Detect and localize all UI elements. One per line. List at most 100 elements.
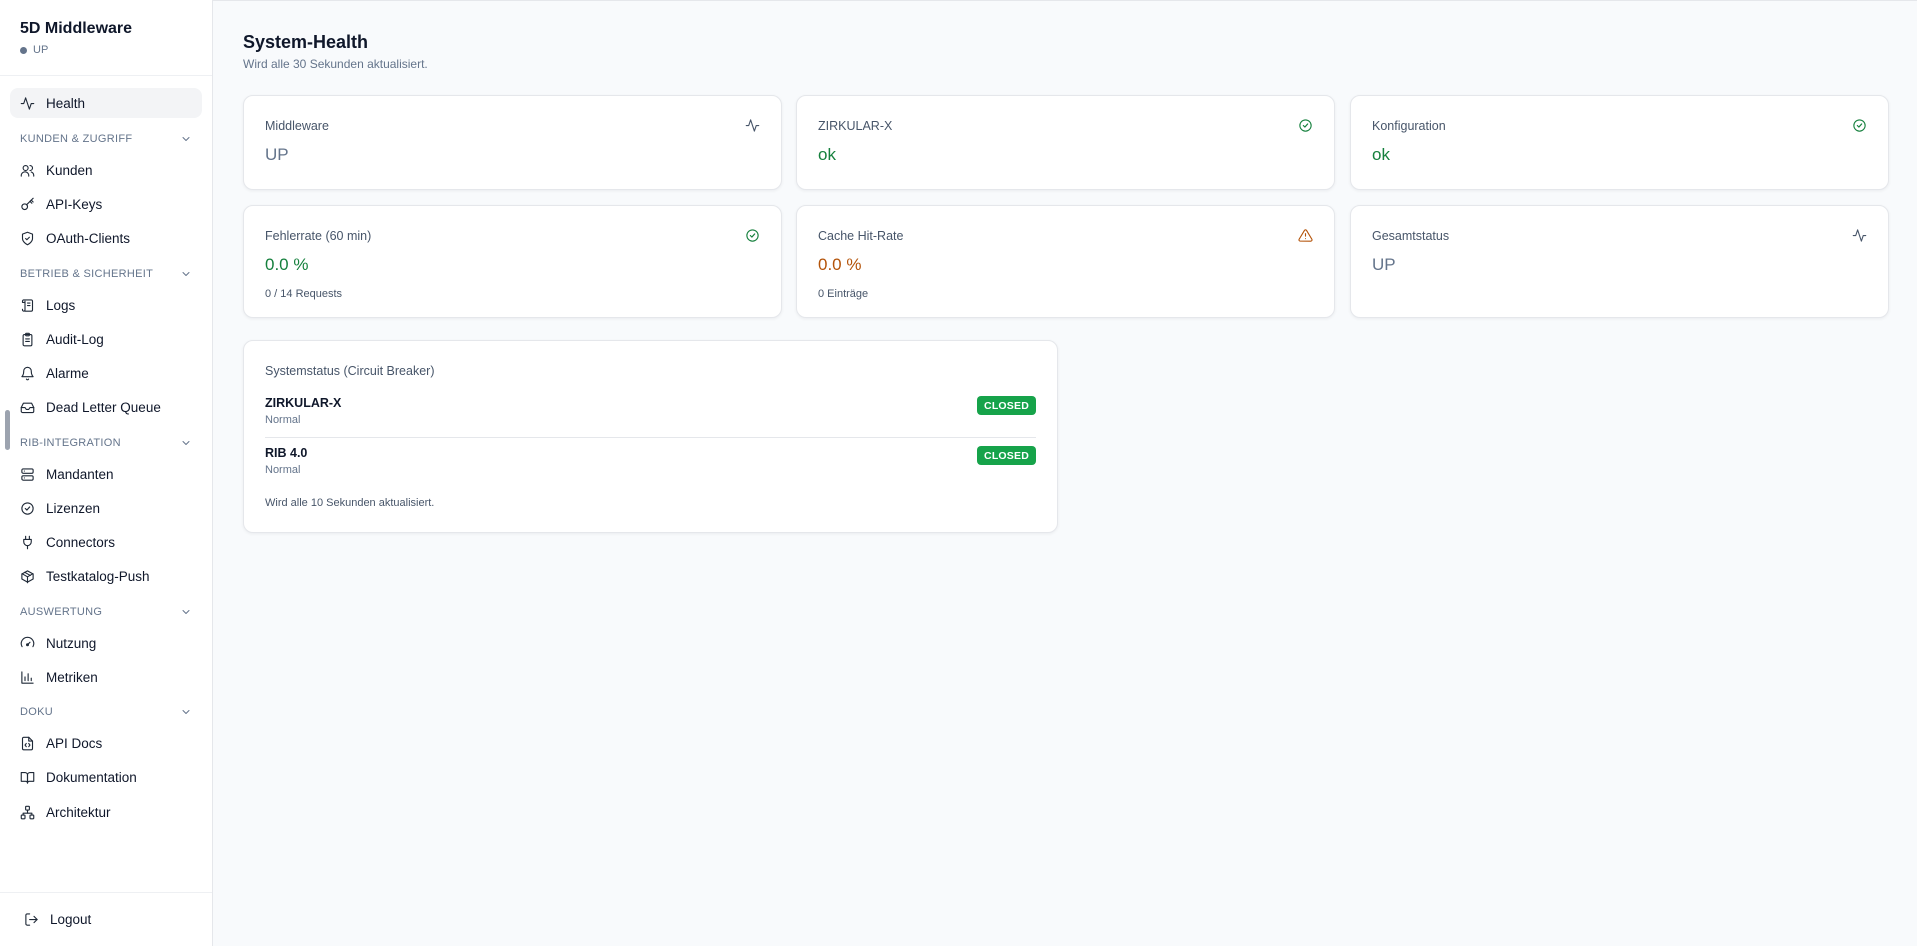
section-label: KUNDEN & ZUGRIFF [20,133,133,145]
app-status: UP [20,44,48,56]
status-dot-icon [20,46,27,54]
card-value: UP [1372,255,1396,274]
sidebar-item-label: OAuth-Clients [46,230,131,246]
sidebar-item-metriken[interactable]: Metriken [10,662,202,692]
section-kunden-zugriff[interactable]: KUNDEN & ZUGRIFF [10,129,202,149]
key-icon [21,197,34,210]
status-badge: CLOSED [977,396,1036,415]
sidebar-item-api-keys[interactable]: API-Keys [10,189,202,219]
circuit-breaker-card: Systemstatus (Circuit Breaker) ZIRKULAR-… [243,340,1058,533]
sidebar-item-logs[interactable]: Logs [10,290,202,320]
card-meta: 0 Einträge [818,288,869,300]
scroll-text-icon [21,298,34,312]
page-title: System-Health [243,32,369,52]
sidebar-item-label: Connectors [46,534,116,550]
logout-icon [25,912,38,926]
card-meta: 0 / 14 Requests [265,288,343,300]
card-value: UP [265,145,289,164]
chevron-down-icon [182,710,190,714]
circuit-name: ZIRKULAR-X [265,396,342,410]
card-value: 0.0 % [265,255,309,274]
sidebar-item-connectors[interactable]: Connectors [10,527,202,557]
app-status-text: UP [33,44,49,56]
sidebar-item-label: Logs [46,297,76,313]
sidebar-item-label: Architektur [46,804,111,820]
circuit-row-zirkular-x: ZIRKULAR-X Normal CLOSED [265,396,1036,436]
card-label: Cache Hit-Rate [818,229,904,243]
section-doku[interactable]: DOKU [10,702,202,722]
sidebar-item-dokumentation[interactable]: Dokumentation [10,762,202,792]
sidebar-item-audit-log[interactable]: Audit-Log [10,324,202,354]
card-label: Middleware [265,119,329,133]
sidebar-item-label: Kunden [46,162,93,178]
activity-icon [1852,229,1867,242]
warning-triangle-icon [1298,229,1313,242]
sidebar-item-kunden[interactable]: Kunden [10,155,202,185]
card-label: Konfiguration [1372,119,1446,133]
card-label: Gesamtstatus [1372,229,1450,243]
gauge-icon [20,636,35,647]
divider [265,437,1036,438]
plug-icon [23,535,32,549]
sidebar-item-nutzung[interactable]: Nutzung [10,628,202,658]
circuit-breaker-title: Systemstatus (Circuit Breaker) [265,364,435,378]
sidebar-item-api-docs[interactable]: API Docs [10,728,202,758]
network-icon [20,805,35,819]
sidebar: 5D Middleware UP Health KUNDEN & ZUGRIFF… [0,0,213,946]
sidebar-item-alarme[interactable]: Alarme [10,358,202,388]
circuit-name: RIB 4.0 [265,446,308,460]
section-label: DOKU [20,706,53,718]
sidebar-item-architektur[interactable]: Architektur [10,797,202,827]
sidebar-item-mandanten[interactable]: Mandanten [10,459,202,489]
sidebar-item-label: API-Keys [46,196,103,212]
card-value: 0.0 % [818,255,862,274]
section-auswertung[interactable]: AUSWERTUNG [10,602,202,622]
card-gesamtstatus: Gesamtstatus UP [1350,205,1889,318]
chevron-down-icon [182,137,190,141]
circuit-row-rib-4: RIB 4.0 Normal CLOSED [265,446,1036,486]
sidebar-item-label: Health [46,95,86,111]
sidebar-item-oauth-clients[interactable]: OAuth-Clients [10,223,202,253]
page-subtitle: Wird alle 30 Sekunden aktualisiert. [243,57,428,71]
section-betrieb-sicherheit[interactable]: BETRIEB & SICHERHEIT [10,264,202,284]
sidebar-item-dead-letter-queue[interactable]: Dead Letter Queue [10,392,202,422]
section-label: AUSWERTUNG [20,606,103,618]
sidebar-item-health[interactable]: Health [10,88,202,118]
sidebar-item-label: Metriken [46,669,98,685]
circuit-breaker-footer: Wird alle 10 Sekunden aktualisiert. [265,497,435,509]
clipboard-icon [22,332,33,346]
sidebar-item-label: Nutzung [46,635,97,651]
sidebar-item-label: Mandanten [46,466,114,482]
server-icon [21,467,34,481]
check-circle-icon [1299,119,1312,132]
shield-check-icon [21,231,34,245]
sidebar-item-label: Dokumentation [46,769,137,785]
divider [0,892,212,893]
activity-icon [745,119,760,132]
sidebar-item-label: Testkatalog-Push [46,568,150,584]
card-middleware: Middleware UP [243,95,782,190]
chevron-down-icon [182,610,190,614]
check-circle-icon [746,229,759,242]
logout-button[interactable]: Logout [14,904,206,934]
circuit-state: Normal [265,414,301,426]
card-cache-hit-rate: Cache Hit-Rate 0.0 % 0 Einträge [796,205,1335,318]
card-konfiguration: Konfiguration ok [1350,95,1889,190]
check-circle-icon [21,501,34,515]
users-icon [20,164,35,177]
sidebar-item-testkatalog-push[interactable]: Testkatalog-Push [10,561,202,591]
top-border [0,0,1917,1]
section-rib-integration[interactable]: RIB-INTEGRATION [10,433,202,453]
sidebar-item-lizenzen[interactable]: Lizenzen [10,493,202,523]
card-value: ok [818,145,836,164]
app-title: 5D Middleware [20,20,133,37]
sidebar-item-label: Audit-Log [46,331,104,347]
bell-icon [21,366,34,380]
section-label: RIB-INTEGRATION [20,437,121,449]
card-label: Fehlerrate (60 min) [265,229,372,243]
bar-chart-icon [21,670,34,684]
status-badge: CLOSED [977,446,1036,465]
logout-label: Logout [50,911,92,927]
circuit-state: Normal [265,464,301,476]
sidebar-item-label: Lizenzen [46,500,101,516]
